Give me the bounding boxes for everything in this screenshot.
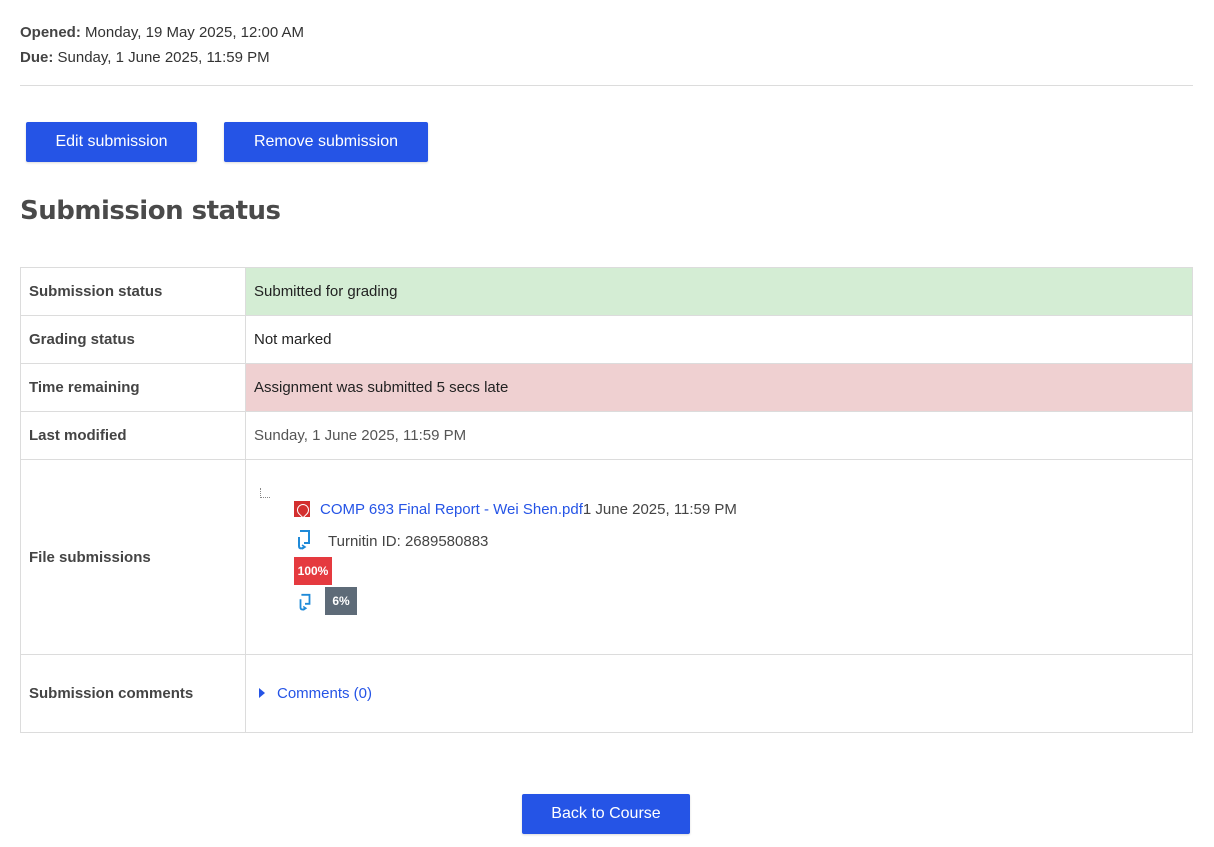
pdf-icon xyxy=(294,501,310,517)
turnitin-id: Turnitin ID: 2689580883 xyxy=(328,533,489,550)
file-link[interactable]: COMP 693 Final Report - Wei Shen.pdf xyxy=(320,501,583,518)
assignment-dates: Opened: Monday, 19 May 2025, 12:00 AM Du… xyxy=(20,22,304,72)
comments-cell: Comments (0) xyxy=(245,654,1193,733)
table-row: Last modified Sunday, 1 June 2025, 11:59… xyxy=(20,411,1193,460)
section-title: Submission status xyxy=(20,196,281,226)
table-row: File submissions COMP 693 Final Report -… xyxy=(20,459,1193,655)
file-date: 1 June 2025, 11:59 PM xyxy=(582,501,737,518)
turnitin-icon xyxy=(298,530,310,550)
table-row: Submission status Submitted for grading xyxy=(20,267,1193,316)
submission-status-table: Submission status Submitted for grading … xyxy=(20,267,1193,733)
submission-status-value: Submitted for grading xyxy=(245,267,1193,316)
due-date: Due: Sunday, 1 June 2025, 11:59 PM xyxy=(20,47,304,72)
table-row: Submission comments Comments (0) xyxy=(20,654,1193,733)
time-remaining-label: Time remaining xyxy=(20,363,246,412)
file-submissions-label: File submissions xyxy=(20,459,246,655)
grading-status-value: Not marked xyxy=(245,315,1193,364)
tree-connector xyxy=(260,488,270,498)
due-value: Sunday, 1 June 2025, 11:59 PM xyxy=(57,49,270,66)
caret-right-icon[interactable] xyxy=(259,688,265,698)
submission-status-label: Submission status xyxy=(20,267,246,316)
remove-submission-button[interactable]: Remove submission xyxy=(224,122,428,162)
opened-date: Opened: Monday, 19 May 2025, 12:00 AM xyxy=(20,22,304,47)
similarity-badge[interactable]: 100% xyxy=(294,557,332,585)
opened-value: Monday, 19 May 2025, 12:00 AM xyxy=(85,24,305,41)
turnitin-icon[interactable] xyxy=(296,590,314,614)
last-modified-value: Sunday, 1 June 2025, 11:59 PM xyxy=(245,411,1193,460)
table-row: Grading status Not marked xyxy=(20,315,1193,364)
assignment-page: Opened: Monday, 19 May 2025, 12:00 AM Du… xyxy=(0,0,1214,847)
turnitin-row: Turnitin ID: 2689580883 xyxy=(294,528,488,552)
comments-link[interactable]: Comments (0) xyxy=(277,685,372,702)
last-modified-label: Last modified xyxy=(20,411,246,460)
file-item: COMP 693 Final Report - Wei Shen.pdf1 Ju… xyxy=(294,500,737,520)
grading-status-label: Grading status xyxy=(20,315,246,364)
due-label: Due: xyxy=(20,49,54,66)
submission-comments-label: Submission comments xyxy=(20,654,246,733)
back-to-course-button[interactable]: Back to Course xyxy=(522,794,690,834)
file-submissions-cell: COMP 693 Final Report - Wei Shen.pdf1 Ju… xyxy=(245,459,1193,655)
divider xyxy=(20,85,1193,86)
edit-submission-button[interactable]: Edit submission xyxy=(26,122,197,162)
opened-label: Opened: xyxy=(20,24,81,41)
similarity-badge[interactable]: 6% xyxy=(325,587,357,615)
time-remaining-value: Assignment was submitted 5 secs late xyxy=(245,363,1193,412)
table-row: Time remaining Assignment was submitted … xyxy=(20,363,1193,412)
